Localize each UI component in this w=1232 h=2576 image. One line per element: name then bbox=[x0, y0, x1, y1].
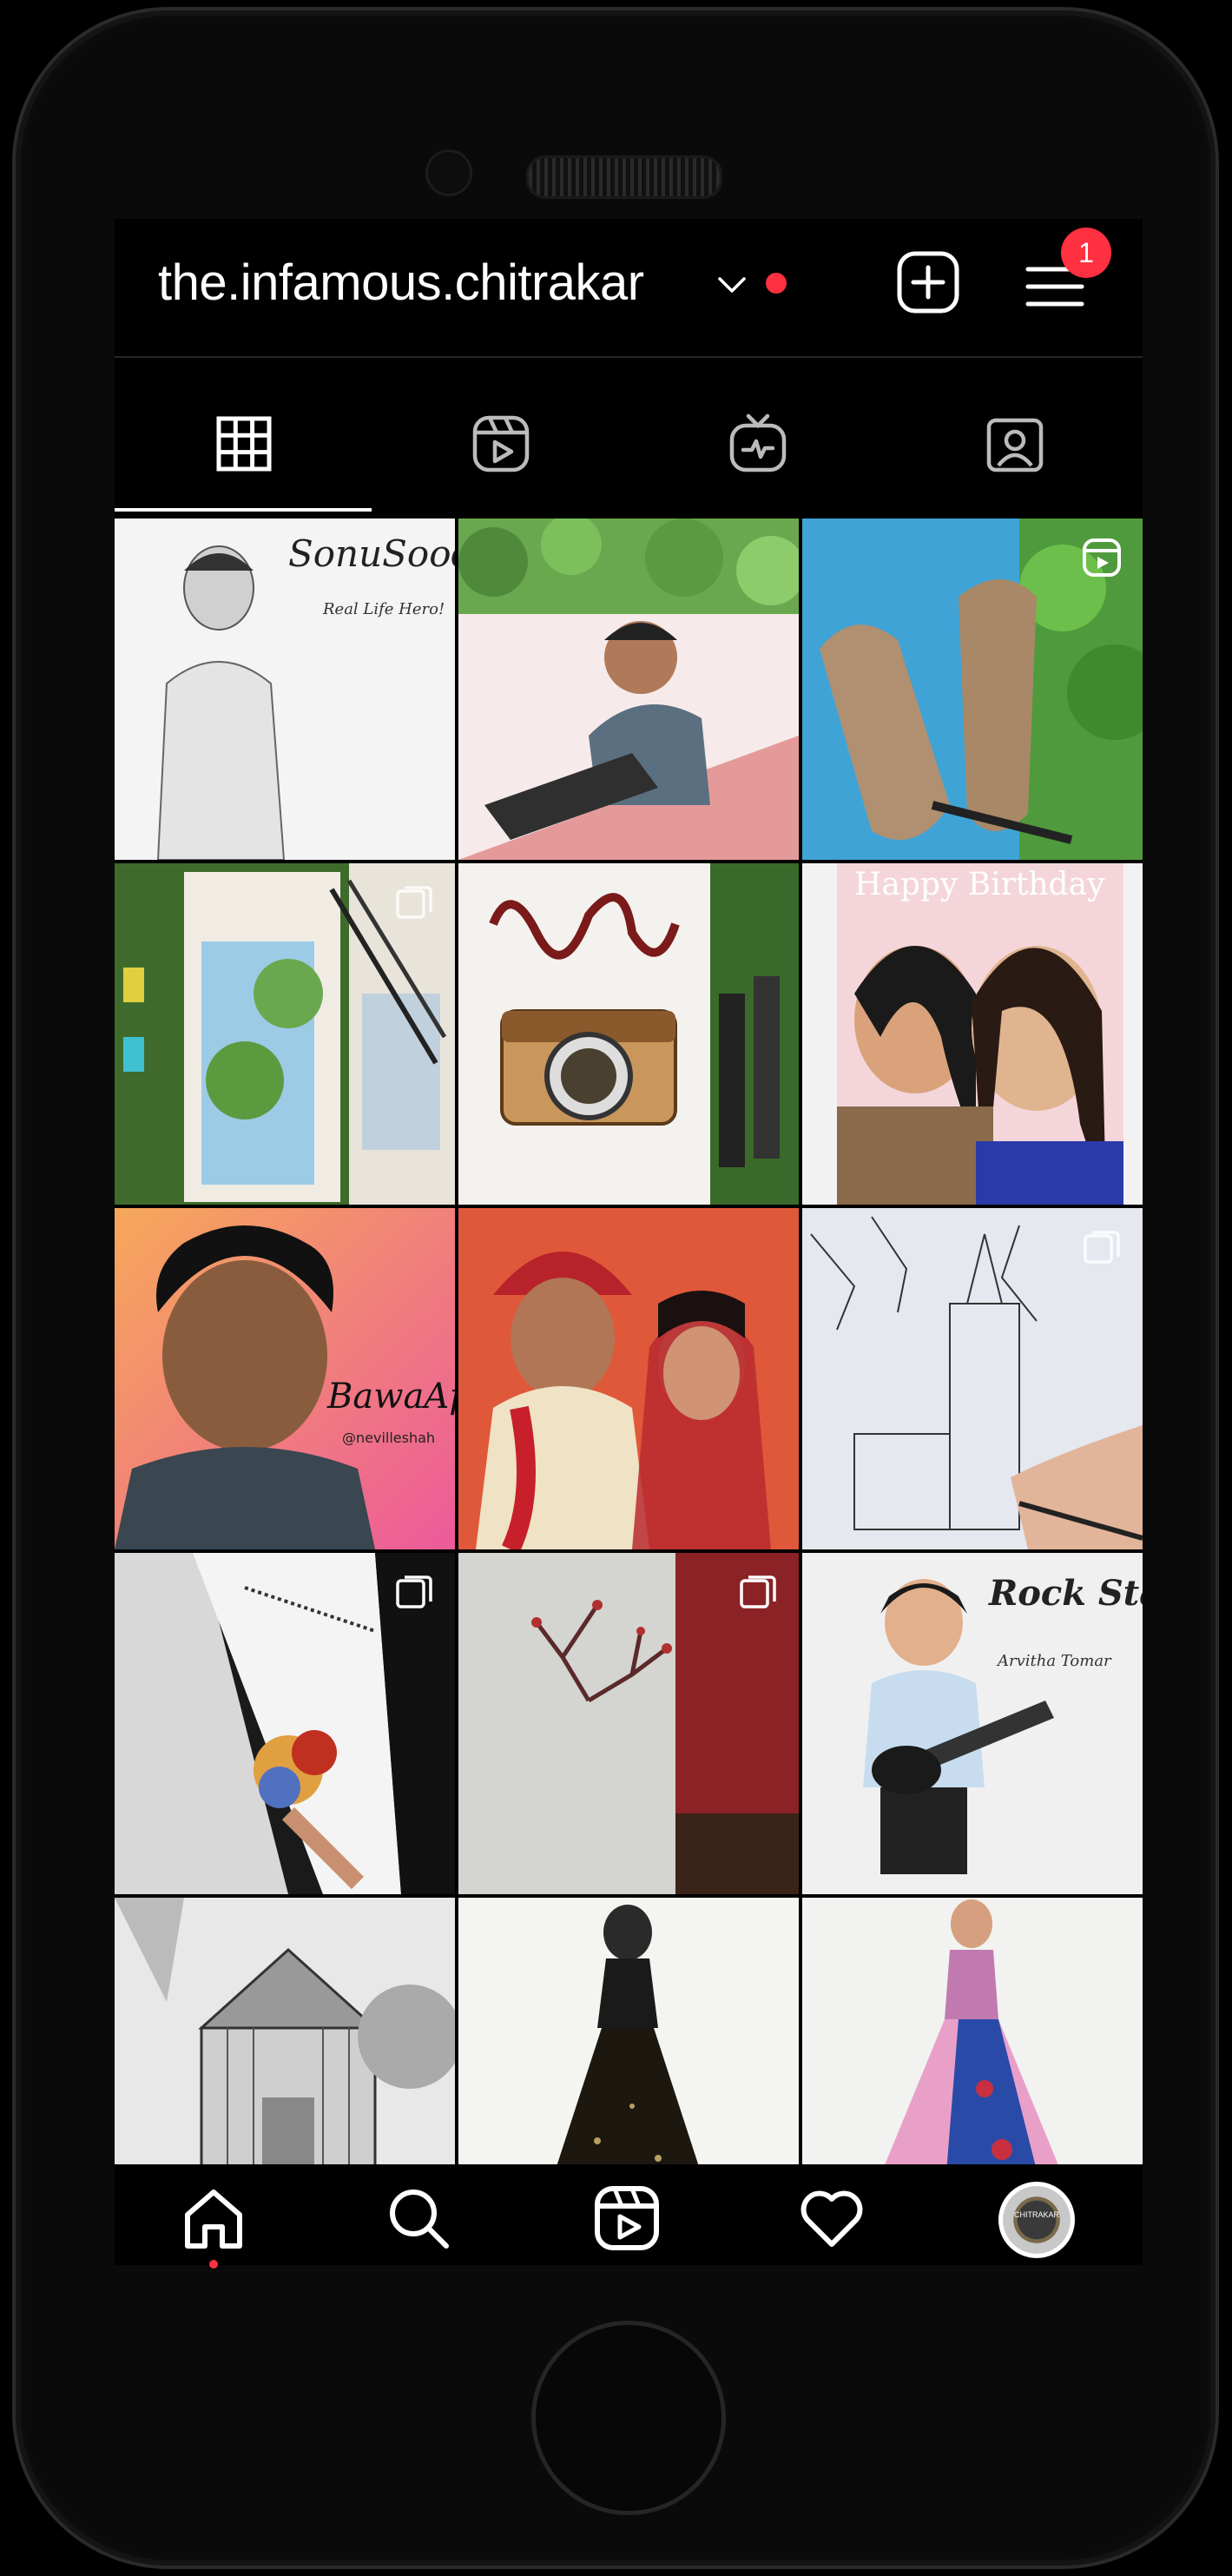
reel-post-icon bbox=[1083, 538, 1121, 577]
account-notification-dot bbox=[766, 273, 787, 294]
nav-profile-avatar[interactable]: CHITRAKAR bbox=[998, 2182, 1075, 2258]
tab-selected-indicator bbox=[115, 508, 372, 512]
post-image: BawaAp! @nevilleshah bbox=[115, 1208, 455, 1549]
earpiece-speaker bbox=[526, 155, 722, 199]
carousel-icon bbox=[1084, 1231, 1120, 1264]
post-caption-art: BawaAp! bbox=[326, 1377, 455, 1417]
notification-badge: 1 bbox=[1061, 228, 1111, 278]
nav-search[interactable] bbox=[384, 2183, 453, 2253]
post-image bbox=[458, 863, 799, 1205]
post-tile[interactable]: Happy Birthday bbox=[802, 863, 1143, 1205]
home-icon bbox=[185, 2190, 242, 2249]
post-tile[interactable] bbox=[458, 863, 799, 1205]
post-tile[interactable] bbox=[115, 1553, 455, 1894]
profile-username[interactable]: the.infamous.chitrakar bbox=[158, 254, 644, 312]
chevron-down-icon[interactable] bbox=[717, 274, 747, 295]
tab-tagged[interactable] bbox=[886, 358, 1143, 512]
home-active-dot bbox=[209, 2260, 218, 2269]
post-image bbox=[458, 1898, 799, 2164]
post-caption-art: Real Life Hero! bbox=[322, 600, 445, 618]
post-image bbox=[115, 1898, 455, 2164]
post-tile[interactable] bbox=[115, 1898, 455, 2164]
post-tile[interactable] bbox=[802, 519, 1143, 860]
bottom-nav: CHITRAKAR bbox=[115, 2164, 1143, 2269]
post-tile[interactable] bbox=[458, 519, 799, 860]
tagged-user-icon bbox=[986, 418, 1044, 472]
igtv-icon bbox=[729, 413, 787, 472]
post-tile[interactable]: Rock Star Arvitha Tomar bbox=[802, 1553, 1143, 1894]
post-tile[interactable] bbox=[802, 1898, 1143, 2164]
carousel-icon bbox=[396, 886, 432, 919]
post-image: Happy Birthday bbox=[802, 863, 1143, 1205]
post-tile[interactable] bbox=[115, 863, 455, 1205]
tab-reels[interactable] bbox=[372, 358, 629, 512]
nav-home[interactable] bbox=[179, 2183, 248, 2253]
app-screen: the.infamous.chitrakar 1 SonuSoo Real Li… bbox=[115, 219, 1143, 2269]
avatar: CHITRAKAR bbox=[1003, 2186, 1071, 2254]
grid-icon bbox=[216, 416, 272, 472]
post-caption-art: @nevilleshah bbox=[342, 1430, 435, 1446]
profile-header: the.infamous.chitrakar 1 bbox=[115, 219, 1143, 358]
post-caption-art: Happy Birthday bbox=[854, 867, 1105, 902]
post-tile[interactable] bbox=[802, 1208, 1143, 1549]
post-caption-art: SonuSood bbox=[288, 532, 455, 575]
nav-reels[interactable] bbox=[592, 2183, 662, 2253]
post-caption-art: Arvitha Tomar bbox=[996, 1652, 1112, 1670]
nav-activity[interactable] bbox=[797, 2183, 866, 2253]
carousel-icon bbox=[740, 1575, 776, 1608]
search-icon bbox=[390, 2190, 449, 2249]
tab-posts[interactable] bbox=[115, 358, 372, 512]
avatar-logo-text: CHITRAKAR bbox=[1013, 2210, 1059, 2219]
post-caption-art: Rock Star bbox=[988, 1573, 1143, 1614]
front-camera bbox=[425, 149, 472, 196]
post-image bbox=[458, 1208, 799, 1549]
hardware-home-button[interactable] bbox=[531, 2321, 726, 2515]
reels-icon bbox=[472, 415, 530, 472]
tab-igtv[interactable] bbox=[629, 358, 886, 512]
post-image bbox=[802, 1898, 1143, 2164]
create-post-icon[interactable] bbox=[896, 250, 960, 314]
post-tile[interactable]: SonuSood Real Life Hero! bbox=[115, 519, 455, 860]
post-image bbox=[458, 519, 799, 860]
post-tile[interactable] bbox=[458, 1553, 799, 1894]
phone-frame: the.infamous.chitrakar 1 SonuSoo Real Li… bbox=[12, 7, 1219, 2569]
reels-icon bbox=[595, 2186, 659, 2250]
posts-grid: SonuSood Real Life Hero! bbox=[115, 519, 1143, 2164]
post-tile[interactable] bbox=[458, 1208, 799, 1549]
post-tile[interactable]: BawaAp! @nevilleshah bbox=[115, 1208, 455, 1549]
heart-icon bbox=[800, 2190, 863, 2247]
post-tile[interactable] bbox=[458, 1898, 799, 2164]
post-image: SonuSood Real Life Hero! bbox=[115, 519, 455, 860]
profile-tabs bbox=[115, 358, 1143, 512]
post-image: Rock Star Arvitha Tomar bbox=[802, 1553, 1143, 1894]
carousel-icon bbox=[396, 1575, 432, 1608]
